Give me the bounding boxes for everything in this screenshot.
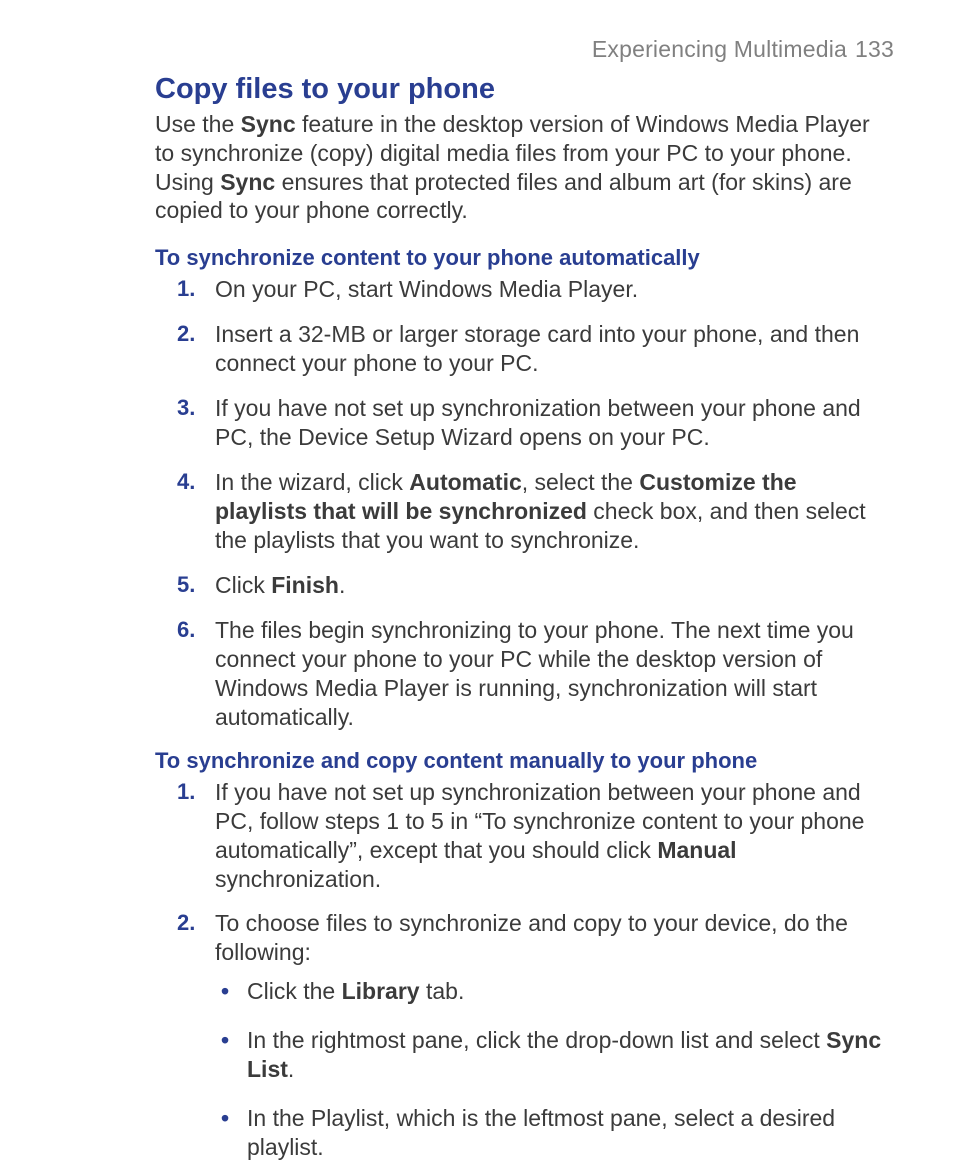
bullet-text: In the Playlist, which is the leftmost p…	[247, 1105, 835, 1160]
steps-list-auto: On your PC, start Windows Media Player. …	[155, 275, 894, 732]
steps-list-manual: If you have not set up synchronization b…	[155, 778, 894, 1163]
page-number: 133	[855, 36, 894, 62]
subheading-manual-sync: To synchronize and copy content manually…	[155, 748, 894, 774]
step-text: Click	[215, 572, 271, 598]
running-header: Experiencing Multimedia 133	[155, 36, 894, 63]
step-text: If you have not set up synchronization b…	[215, 395, 861, 450]
step-item: Insert a 32-MB or larger storage card in…	[155, 320, 894, 378]
step-text: , select the	[522, 469, 640, 495]
step-text: The files begin synchronizing to your ph…	[215, 617, 854, 730]
step-text: .	[339, 572, 345, 598]
intro-paragraph: Use the Sync feature in the desktop vers…	[155, 110, 894, 225]
bullet-item: Click the Library tab.	[215, 977, 894, 1006]
step-text: To choose files to synchronize and copy …	[215, 910, 848, 965]
subheading-auto-sync: To synchronize content to your phone aut…	[155, 245, 894, 271]
automatic-bold: Automatic	[409, 469, 521, 495]
intro-text: Use the	[155, 111, 241, 137]
step-text: In the wizard, click	[215, 469, 409, 495]
step-item: If you have not set up synchronization b…	[155, 778, 894, 894]
step-item: Click Finish.	[155, 571, 894, 600]
bullet-text: In the rightmost pane, click the drop-do…	[247, 1027, 826, 1053]
step-item: To choose files to synchronize and copy …	[155, 909, 894, 1162]
page-title: Copy files to your phone	[155, 73, 894, 106]
manual-bold: Manual	[657, 837, 736, 863]
bullet-text: .	[288, 1056, 294, 1082]
step-text: synchronization.	[215, 866, 381, 892]
step-item: If you have not set up synchronization b…	[155, 394, 894, 452]
section-name: Experiencing Multimedia	[592, 36, 847, 62]
bullet-item: In the Playlist, which is the leftmost p…	[215, 1104, 894, 1162]
bullet-item: In the rightmost pane, click the drop-do…	[215, 1026, 894, 1084]
manual-page: Experiencing Multimedia 133 Copy files to…	[0, 0, 954, 1173]
sub-bullets: Click the Library tab. In the rightmost …	[215, 977, 894, 1162]
step-text: If you have not set up synchronization b…	[215, 779, 864, 863]
intro-sync-bold-2: Sync	[220, 169, 275, 195]
step-text: On your PC, start Windows Media Player.	[215, 276, 638, 302]
finish-bold: Finish	[271, 572, 339, 598]
bullet-text: Click the	[247, 978, 342, 1004]
step-item: In the wizard, click Automatic, select t…	[155, 468, 894, 555]
step-item: On your PC, start Windows Media Player.	[155, 275, 894, 304]
bullet-text: tab.	[420, 978, 465, 1004]
library-bold: Library	[342, 978, 420, 1004]
step-text: Insert a 32-MB or larger storage card in…	[215, 321, 859, 376]
step-item: The files begin synchronizing to your ph…	[155, 616, 894, 732]
intro-sync-bold: Sync	[241, 111, 296, 137]
